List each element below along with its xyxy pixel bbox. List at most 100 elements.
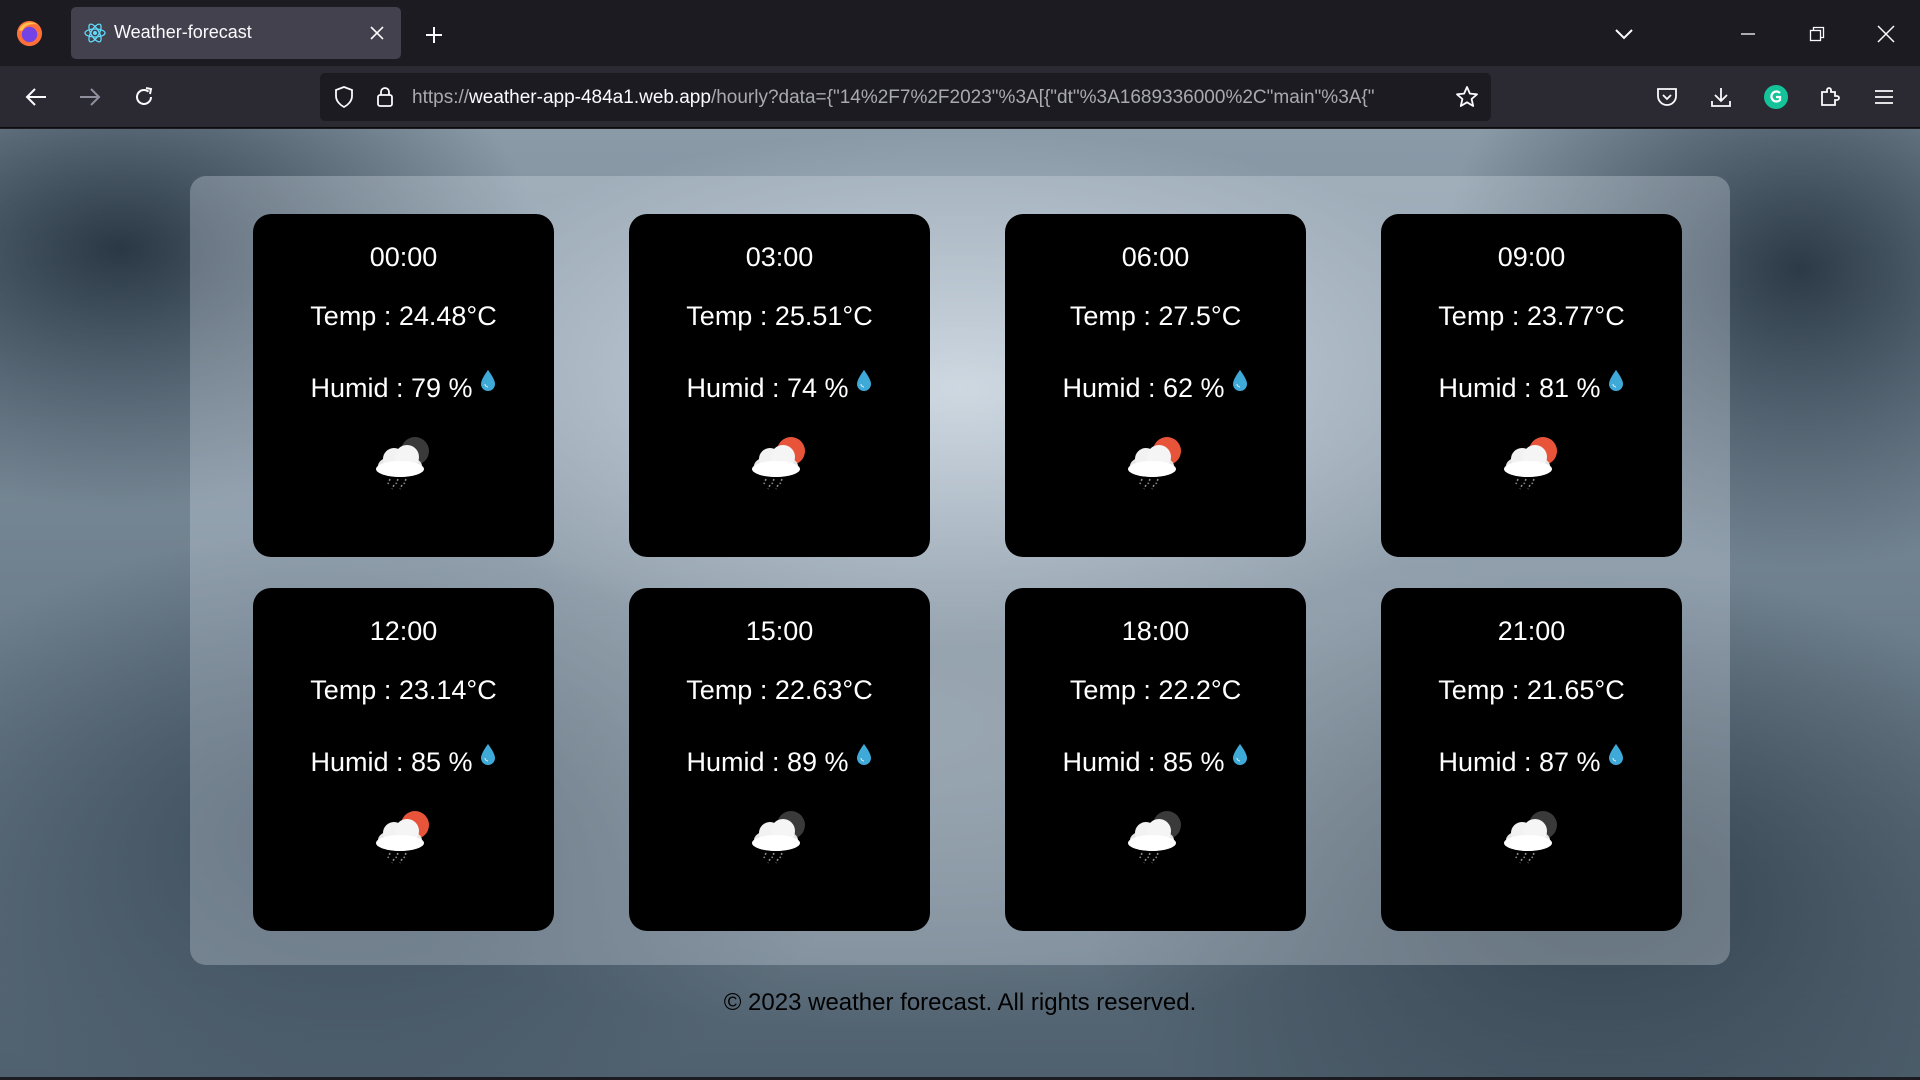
humidity-value: Humid : 87 % xyxy=(1438,747,1601,777)
plus-icon xyxy=(426,27,442,43)
water-drop-icon xyxy=(856,370,871,391)
forecast-card: 06:00 Temp : 27.5°C Humid : 62 % xyxy=(1005,214,1306,557)
water-drop-icon xyxy=(480,744,495,765)
arrow-right-icon xyxy=(80,88,101,106)
forecast-time: 18:00 xyxy=(1121,616,1190,646)
forecast-time: 15:00 xyxy=(745,616,814,646)
list-all-tabs-button[interactable] xyxy=(1606,16,1642,52)
forecast-time: 03:00 xyxy=(745,242,814,272)
url-host: weather-app-484a1.web.app xyxy=(469,87,711,108)
forward-button[interactable] xyxy=(72,79,108,115)
forecast-humidity: Humid : 89 % xyxy=(629,744,930,778)
forecast-humidity: Humid : 85 % xyxy=(253,744,554,778)
forecast-humidity: Humid : 85 % xyxy=(1005,744,1306,778)
cloud-rain-sun-icon xyxy=(752,437,805,490)
cloud-rain-sun-icon xyxy=(1504,437,1557,490)
close-window-button[interactable] xyxy=(1868,16,1904,52)
forecast-humidity: Humid : 79 % xyxy=(253,370,554,404)
page-content: 00:00 Temp : 24.48°C Humid : 79 % 03:00 Temp… xyxy=(0,129,1920,1080)
cloud-rain-sun-icon xyxy=(376,811,429,864)
minimize-icon xyxy=(1741,33,1755,35)
forecast-temperature: Temp : 22.2°C xyxy=(1069,675,1242,705)
pocket-icon xyxy=(1657,88,1677,106)
cloud-rain-night-icon xyxy=(376,437,429,490)
forecast-humidity: Humid : 62 % xyxy=(1005,370,1306,404)
restore-button[interactable] xyxy=(1799,16,1835,52)
cloud-rain-night-icon xyxy=(1504,811,1557,864)
tab-title: Weather-forecast xyxy=(114,22,252,42)
bookmark-button[interactable] xyxy=(1455,85,1479,109)
download-icon xyxy=(1711,88,1731,107)
site-security-button[interactable] xyxy=(373,85,397,109)
menu-button[interactable] xyxy=(1866,79,1902,115)
cloud-rain-night-icon xyxy=(1128,811,1181,864)
water-drop-icon xyxy=(1232,370,1247,391)
forecast-card: 00:00 Temp : 24.48°C Humid : 79 % xyxy=(253,214,554,557)
humidity-value: Humid : 74 % xyxy=(686,373,849,403)
forecast-temperature: Temp : 21.65°C xyxy=(1438,675,1625,705)
humidity-value: Humid : 81 % xyxy=(1438,373,1601,403)
forecast-time: 12:00 xyxy=(369,616,438,646)
cloud-rain-night-icon xyxy=(752,811,805,864)
hamburger-menu-icon xyxy=(1875,90,1893,104)
humidity-value: Humid : 85 % xyxy=(310,747,473,777)
close-tab-button[interactable] xyxy=(363,19,391,47)
tracking-protection-button[interactable] xyxy=(332,85,356,109)
reload-icon xyxy=(136,87,153,105)
url-field[interactable]: https://weather-app-484a1.web.app/hourly… xyxy=(412,87,1432,109)
pocket-button[interactable] xyxy=(1649,79,1685,115)
forecast-time: 21:00 xyxy=(1497,616,1566,646)
extensions-button[interactable] xyxy=(1812,79,1848,115)
arrow-left-icon xyxy=(25,88,46,106)
shield-icon xyxy=(335,86,353,108)
address-bar[interactable]: https://weather-app-484a1.web.app/hourly… xyxy=(320,73,1491,121)
water-drop-icon xyxy=(1608,370,1623,391)
url-scheme: https:// xyxy=(412,87,470,108)
close-icon xyxy=(370,26,384,40)
forecast-temperature: Temp : 22.63°C xyxy=(686,675,873,705)
forecast-temperature: Temp : 23.14°C xyxy=(310,675,497,705)
restore-icon xyxy=(1809,26,1825,42)
forecast-temperature: Temp : 25.51°C xyxy=(686,301,873,331)
chevron-down-icon xyxy=(1615,29,1633,40)
forecast-temperature: Temp : 23.77°C xyxy=(1438,301,1625,331)
forecast-temperature: Temp : 24.48°C xyxy=(310,301,497,331)
forecast-humidity: Humid : 74 % xyxy=(629,370,930,404)
close-icon xyxy=(1877,25,1895,43)
reload-button[interactable] xyxy=(126,79,162,115)
puzzle-icon xyxy=(1821,87,1840,106)
forecast-card: 09:00 Temp : 23.77°C Humid : 81 % xyxy=(1381,214,1682,557)
forecast-card: 18:00 Temp : 22.2°C Humid : 85 % xyxy=(1005,588,1306,931)
water-drop-icon xyxy=(1232,744,1247,765)
water-drop-icon xyxy=(856,744,871,765)
water-drop-icon xyxy=(480,370,495,391)
grammarly-extension-button[interactable] xyxy=(1758,79,1794,115)
forecast-time: 09:00 xyxy=(1497,242,1566,272)
forecast-card: 03:00 Temp : 25.51°C Humid : 74 % xyxy=(629,214,930,557)
humidity-value: Humid : 79 % xyxy=(310,373,473,403)
forecast-card: 15:00 Temp : 22.63°C Humid : 89 % xyxy=(629,588,930,931)
water-drop-icon xyxy=(1608,744,1623,765)
cloud-rain-sun-icon xyxy=(1128,437,1181,490)
downloads-button[interactable] xyxy=(1703,79,1739,115)
react-favicon-icon xyxy=(84,23,106,43)
forecast-humidity: Humid : 87 % xyxy=(1381,744,1682,778)
url-path: /hourly?data={"14%2F7%2F2023"%3A[{"dt"%3… xyxy=(710,87,1375,108)
grammarly-icon xyxy=(1764,85,1788,109)
star-icon xyxy=(1456,86,1478,107)
forecast-time: 00:00 xyxy=(369,242,438,272)
forecast-humidity: Humid : 81 % xyxy=(1381,370,1682,404)
minimize-button[interactable] xyxy=(1730,16,1766,52)
back-button[interactable] xyxy=(18,79,54,115)
forecast-card: 12:00 Temp : 23.14°C Humid : 85 % xyxy=(253,588,554,931)
tab-strip: Weather-forecast xyxy=(0,0,1920,66)
firefox-logo-icon[interactable] xyxy=(15,19,44,48)
footer-copyright: © 2023 weather forecast. All rights rese… xyxy=(723,989,1197,1016)
forecast-card: 21:00 Temp : 21.65°C Humid : 87 % xyxy=(1381,588,1682,931)
humidity-value: Humid : 85 % xyxy=(1062,747,1225,777)
new-tab-button[interactable] xyxy=(418,19,450,51)
navigation-toolbar: https://weather-app-484a1.web.app/hourly… xyxy=(0,66,1920,128)
humidity-value: Humid : 62 % xyxy=(1062,373,1225,403)
tab-weather-forecast[interactable]: Weather-forecast xyxy=(71,7,401,59)
humidity-value: Humid : 89 % xyxy=(686,747,849,777)
